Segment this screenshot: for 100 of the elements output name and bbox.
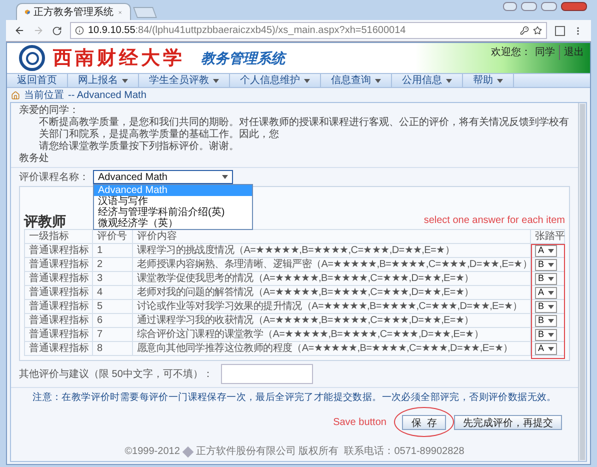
nav-menu-item[interactable]: 学生全员评教 [139, 74, 230, 87]
table-cell: 3 [92, 272, 132, 286]
table-cell: 讨论或作业等对我学习效果的提升情况（A=★★★★★,B=★★★★,C=★★★,D=★★,E=★） [132, 300, 530, 314]
intro-paragraph: 不断提高教学质量，是您和我们共同的期盼。对任课教师的授课和课程进行客观、公正的评价，将有关情况反馈到学校有关部门和院系，是提高教学质量的基础工作。因此，您 [38, 117, 570, 140]
caret-icon [222, 175, 228, 179]
caret-icon [548, 318, 554, 322]
table-cell: 2 [92, 258, 132, 272]
table-cell: 4 [92, 286, 132, 300]
caret-icon [548, 332, 554, 336]
column-header: 评价号 [92, 230, 132, 244]
table-cell: 普通课程指标 [24, 272, 92, 286]
dropdown-option[interactable]: 汉语与写作 [94, 196, 252, 207]
info-icon [75, 26, 84, 35]
dropdown-option[interactable]: 经济与管理学科前沿介绍(英) [94, 207, 252, 218]
comment-field[interactable] [220, 364, 313, 384]
star-icon[interactable] [533, 26, 542, 35]
course-dropdown[interactable]: Advanced Math [93, 170, 233, 184]
caret-icon [548, 346, 554, 350]
table-cell: 6 [92, 314, 132, 328]
section-title: 评教师 [24, 213, 66, 229]
extension-icon[interactable] [555, 26, 565, 36]
answer-dropdown[interactable]: B [535, 258, 557, 270]
nav-menu-item[interactable]: 返回首页 [7, 74, 68, 87]
school-name: 西南财经大学 [53, 46, 185, 71]
column-header: 评价内容 [132, 230, 530, 244]
column-header: 一级指标 [24, 230, 92, 244]
annotation-text: Save button [333, 416, 386, 430]
table-cell: 普通课程指标 [24, 314, 92, 328]
table-cell: 普通课程指标 [24, 300, 92, 314]
submit-button[interactable]: 先完成评价，再提交 [454, 414, 562, 430]
signature-text: 教务处 [19, 153, 50, 165]
url-host: 10.9.10.55 [88, 24, 136, 38]
nav-menu-item[interactable]: 帮助 [463, 74, 514, 87]
table-cell: 普通课程指标 [24, 244, 92, 258]
caret-icon [548, 304, 554, 308]
table-cell: 老师授课内容娴熟、条理清晰、逻辑严密（A=★★★★★,B=★★★★,C=★★★,D=★★,E=★） [132, 258, 530, 272]
system-name: 教务管理系统 [201, 48, 285, 68]
caret-icon [548, 262, 554, 266]
key-icon[interactable] [520, 26, 529, 35]
table-cell: 普通课程指标 [24, 286, 92, 300]
url-path: :84/(lphu41uttpzbbaeraiczxb45)/xs_main.aspx?xh=51600014 [135, 24, 406, 38]
answer-dropdown[interactable]: A [535, 342, 557, 354]
table-cell: 愿意向其他同学推荐这位教师的程度（A=★★★★★,B=★★★★,C=★★★,D=★★,E=★） [132, 342, 530, 356]
company-logo-icon [182, 446, 194, 458]
table-cell: 普通课程指标 [24, 328, 92, 342]
nav-menu-item[interactable]: 网上报名 [68, 74, 139, 87]
caret-icon [497, 78, 503, 82]
address-field[interactable]: 10.9.10.55:84/(lphu41uttpzbbaeraiczxb45)/xs_main.aspx?xh=51600014 [70, 22, 547, 39]
nav-menu-item[interactable]: 公用信息 [392, 74, 463, 87]
table-cell: 普通课程指标 [24, 342, 92, 356]
school-logo-icon [19, 45, 45, 71]
back-icon[interactable] [14, 25, 25, 36]
user-link[interactable]: 同学 [535, 45, 560, 60]
answer-dropdown[interactable]: B [535, 328, 557, 340]
cube-icon [25, 7, 30, 17]
answer-dropdown[interactable]: A [535, 286, 557, 298]
answer-dropdown[interactable]: B [535, 272, 557, 284]
notice-text: 注意：在教学评价时需要每评价一门课程保存一次，最后全评完了才能提交数据。一次必须全部评完，否则评价数据无效。 [32, 391, 556, 405]
table-cell: 课程学习的挑战度情况（A=★★★★★,B=★★★★,C=★★★,D=★★,E=★） [132, 244, 530, 258]
caret-icon [548, 290, 554, 294]
intro-paragraph: 请您给课堂教学质量按下列指标评价。谢谢。 [38, 141, 240, 152]
close-button[interactable] [561, 2, 587, 11]
maximize-button[interactable] [541, 2, 557, 11]
annotation-text: select one answer for each item [424, 214, 565, 228]
table-cell: 综合评价这门课程的课堂教学（A=★★★★★,B=★★★★,C=★★★,D=★★,E=★） [132, 328, 530, 342]
dropdown-option[interactable]: 微观经济学（英） [94, 218, 252, 229]
caret-icon [213, 78, 219, 82]
user-button[interactable] [503, 2, 517, 11]
answer-dropdown[interactable]: A [535, 244, 557, 256]
caret-icon [304, 78, 310, 82]
table-cell: 课堂教学促使我思考的情况（A=★★★★★,B=★★★★,C=★★★,D=★★,E=★） [132, 272, 530, 286]
caret-icon [446, 78, 452, 82]
caret-icon [548, 276, 554, 280]
column-header: 张踏平 [530, 230, 564, 244]
table-cell: 普通课程指标 [24, 258, 92, 272]
minimize-button[interactable] [521, 2, 537, 11]
answer-dropdown[interactable]: B [535, 314, 557, 326]
home-icon [11, 90, 20, 100]
table-cell: 8 [92, 342, 132, 356]
breadcrumb-label: 当前位置 [24, 88, 64, 102]
nav-menu-item[interactable]: 信息查询 [321, 74, 392, 87]
nav-menu-item[interactable]: 个人信息维护 [230, 74, 321, 87]
logout-link[interactable]: 退出 [564, 45, 584, 60]
table-cell: 1 [92, 244, 132, 258]
save-button[interactable]: 保 存 [402, 415, 446, 430]
caret-icon [548, 248, 554, 252]
table-cell: 5 [92, 300, 132, 314]
table-cell: 老师对我的问题的解答情况（A=★★★★★,B=★★★★,C=★★★,D=★★,E=★） [132, 286, 530, 300]
reload-icon[interactable] [52, 26, 62, 36]
greeting-text: 亲爱的同学： [19, 105, 80, 116]
table-cell: 通过课程学习我的收获情况（A=★★★★★,B=★★★★,C=★★★,D=★★,E=★） [132, 314, 530, 328]
company-text: 正方软件股份有限公司 版权所有 联系电话：0571-89902828 [196, 444, 464, 459]
copyright-text: ©1999-2012 [124, 445, 180, 459]
caret-icon [122, 78, 128, 82]
comment-label: 其他评价与建议（限 50中文字，可不填）： [19, 368, 213, 382]
answer-dropdown[interactable]: B [535, 300, 557, 312]
breadcrumb-page: -- Advanced Math [68, 88, 146, 102]
course-label: 评价课程名称： [19, 170, 89, 184]
browser-tab[interactable]: 正方教务管理系统 [16, 3, 131, 20]
welcome-text: 欢迎您： [491, 46, 531, 60]
